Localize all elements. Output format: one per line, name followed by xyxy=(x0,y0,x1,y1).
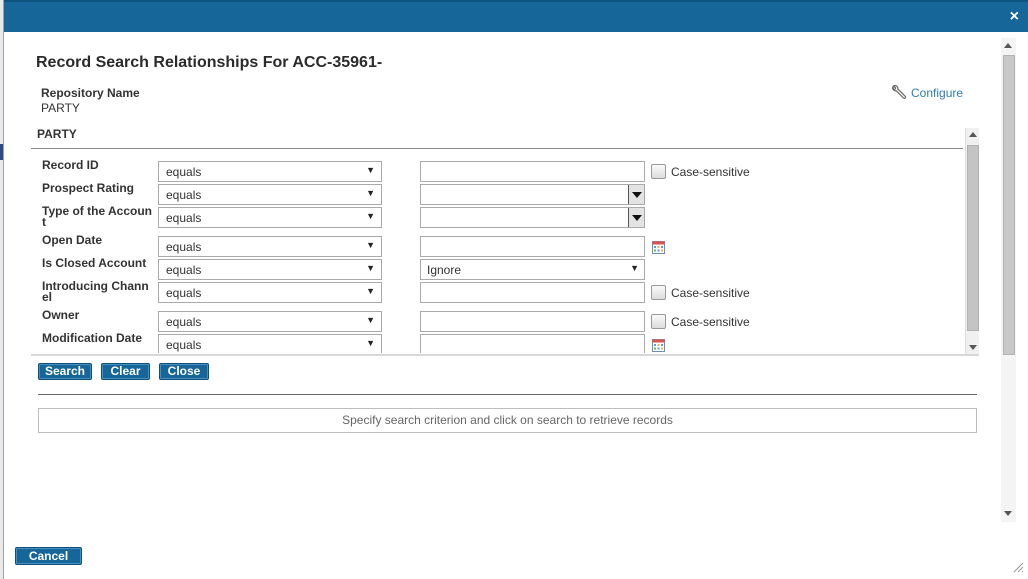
search-button[interactable]: Search xyxy=(38,363,92,380)
criteria-row-account-type: Type of the Account equals ▼ xyxy=(31,204,963,229)
chevron-down-icon: ▼ xyxy=(630,263,639,273)
criteria-row-introducing-channel: Introducing Channel equals ▼ Case-sensiti… xyxy=(31,279,963,304)
operator-select[interactable]: equals ▼ xyxy=(158,334,382,353)
repository-name-label: Repository Name xyxy=(41,86,140,100)
case-sensitive-label: Case-sensitive xyxy=(671,315,750,329)
operator-select[interactable]: equals ▼ xyxy=(158,207,382,228)
resize-grip-icon[interactable] xyxy=(1012,561,1024,573)
clear-button[interactable]: Clear xyxy=(101,363,150,380)
chevron-down-icon: ▼ xyxy=(366,286,375,296)
criteria-row-is-closed: Is Closed Account equals ▼ Ignore ▼ xyxy=(31,256,963,280)
calendar-icon[interactable] xyxy=(652,241,665,254)
section-divider xyxy=(31,148,963,149)
results-message: Specify search criterion and click on se… xyxy=(38,408,977,433)
chevron-down-icon: ▼ xyxy=(366,165,375,175)
search-criteria-form: Record ID equals ▼ Case-sensitive Prospec… xyxy=(31,150,963,353)
field-label: Type of the Account xyxy=(42,204,153,229)
close-icon[interactable]: × xyxy=(1010,7,1019,27)
calendar-icon[interactable] xyxy=(652,339,665,352)
chevron-down-icon: ▼ xyxy=(366,338,375,348)
case-sensitive-label: Case-sensitive xyxy=(671,286,750,300)
operator-select[interactable]: equals ▼ xyxy=(158,236,382,257)
criteria-row-open-date: Open Date equals ▼ xyxy=(31,233,963,257)
record-id-input[interactable] xyxy=(420,161,645,182)
page-title: Record Search Relationships For ACC-3596… xyxy=(36,54,383,71)
field-label: Prospect Rating xyxy=(42,181,135,195)
dropdown-arrow-icon[interactable] xyxy=(628,208,644,227)
scroll-down-icon[interactable] xyxy=(969,345,977,350)
form-divider xyxy=(31,354,979,356)
account-type-combo[interactable] xyxy=(420,207,645,228)
criteria-row-record-id: Record ID equals ▼ Case-sensitive xyxy=(31,158,963,182)
field-label: Is Closed Account xyxy=(42,256,147,270)
scroll-down-icon[interactable] xyxy=(1004,511,1012,516)
field-label: Introducing Channel xyxy=(42,279,149,304)
operator-select[interactable]: equals ▼ xyxy=(158,161,382,182)
scroll-thumb[interactable] xyxy=(967,145,979,331)
scroll-thumb[interactable] xyxy=(1003,55,1015,355)
chevron-down-icon: ▼ xyxy=(366,211,375,221)
chevron-down-icon: ▼ xyxy=(366,263,375,273)
chevron-down-icon: ▼ xyxy=(366,188,375,198)
close-button[interactable]: Close xyxy=(159,363,209,380)
dropdown-arrow-icon[interactable] xyxy=(628,185,644,204)
case-sensitive-checkbox[interactable] xyxy=(651,164,666,179)
repository-name-value: PARTY xyxy=(41,101,80,115)
owner-input[interactable] xyxy=(420,311,645,332)
scroll-up-icon[interactable] xyxy=(1004,43,1012,48)
open-date-input[interactable] xyxy=(420,236,645,257)
dialog-scrollbar[interactable] xyxy=(1001,38,1016,522)
case-sensitive-checkbox[interactable] xyxy=(651,314,666,329)
scroll-up-icon[interactable] xyxy=(969,132,977,137)
configure-label: Configure xyxy=(911,86,964,100)
cancel-button[interactable]: Cancel xyxy=(15,547,82,565)
operator-select[interactable]: equals ▼ xyxy=(158,311,382,332)
wrench-icon xyxy=(892,84,907,99)
operator-select[interactable]: equals ▼ xyxy=(158,259,382,280)
case-sensitive-checkbox[interactable] xyxy=(651,285,666,300)
field-label: Owner xyxy=(42,308,80,322)
is-closed-select[interactable]: Ignore ▼ xyxy=(420,259,645,280)
chevron-down-icon: ▼ xyxy=(366,240,375,250)
modification-date-input[interactable] xyxy=(420,334,645,353)
introducing-channel-input[interactable] xyxy=(420,282,645,303)
record-search-dialog: × Record Search Relationships For ACC-35… xyxy=(3,0,1028,579)
chevron-down-icon: ▼ xyxy=(366,315,375,325)
criteria-row-prospect-rating: Prospect Rating equals ▼ xyxy=(31,181,963,205)
criteria-row-modification-date: Modification Date equals ▼ xyxy=(31,331,963,353)
form-scrollbar[interactable] xyxy=(965,128,979,354)
field-label: Modification Date xyxy=(42,331,143,345)
results-divider xyxy=(38,394,977,395)
operator-select[interactable]: equals ▼ xyxy=(158,282,382,303)
section-title: PARTY xyxy=(37,127,77,141)
field-label: Open Date xyxy=(42,233,103,247)
criteria-row-owner: Owner equals ▼ Case-sensitive xyxy=(31,308,963,332)
prospect-rating-combo[interactable] xyxy=(420,184,645,205)
field-label: Record ID xyxy=(42,158,99,172)
configure-link[interactable]: Configure xyxy=(890,84,963,102)
case-sensitive-label: Case-sensitive xyxy=(671,165,750,179)
dialog-titlebar: × xyxy=(4,0,1028,32)
operator-select[interactable]: equals ▼ xyxy=(158,184,382,205)
